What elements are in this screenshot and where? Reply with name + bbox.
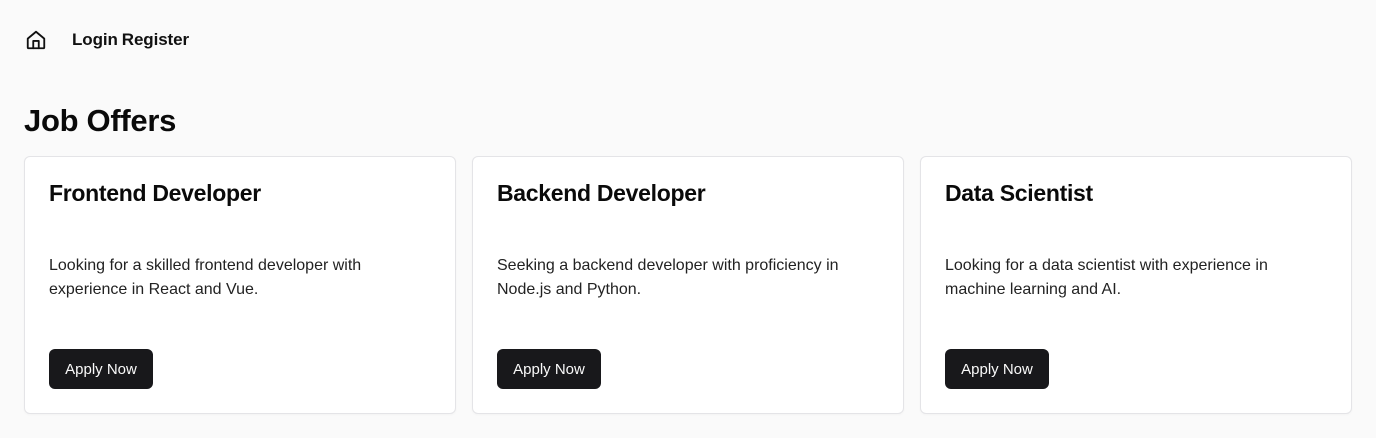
apply-now-button[interactable]: Apply Now <box>49 349 153 389</box>
login-link[interactable]: Login <box>72 30 118 50</box>
top-nav: Login Register <box>24 28 189 52</box>
page-title: Job Offers <box>24 103 177 138</box>
home-icon[interactable] <box>24 28 48 52</box>
job-title: Data Scientist <box>945 180 1093 206</box>
job-card-backend: Backend Developer Seeking a backend deve… <box>472 156 904 414</box>
job-description: Seeking a backend developer with profici… <box>497 257 839 298</box>
job-title: Frontend Developer <box>49 180 261 206</box>
register-link[interactable]: Register <box>122 30 189 50</box>
job-title: Backend Developer <box>497 180 706 206</box>
job-card-frontend: Frontend Developer Looking for a skilled… <box>24 156 456 414</box>
apply-now-button[interactable]: Apply Now <box>945 349 1049 389</box>
job-description: Looking for a data scientist with experi… <box>945 257 1268 298</box>
job-description: Looking for a skilled frontend developer… <box>49 257 362 298</box>
apply-now-button[interactable]: Apply Now <box>497 349 601 389</box>
nav-links: Login Register <box>72 30 189 50</box>
job-cards: Frontend Developer Looking for a skilled… <box>24 156 1352 414</box>
job-card-data-scientist: Data Scientist Looking for a data scient… <box>920 156 1352 414</box>
